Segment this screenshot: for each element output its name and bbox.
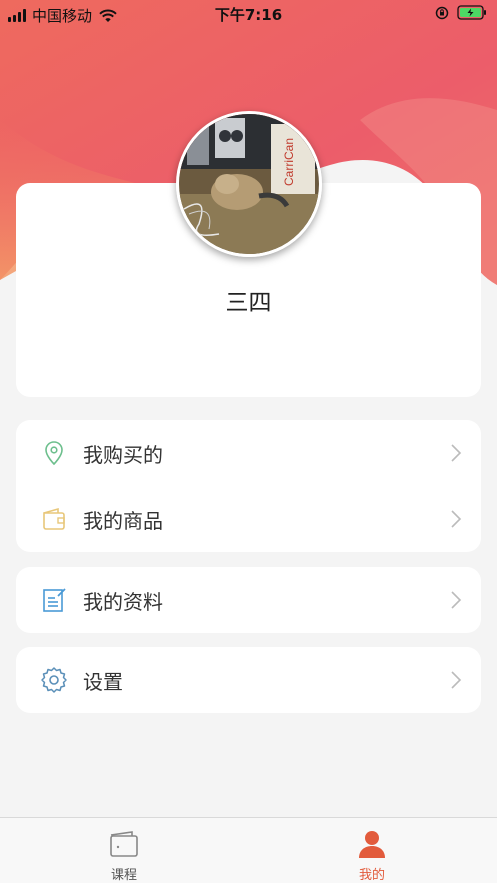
- menu-item-my-purchases[interactable]: 我购买的: [16, 420, 481, 486]
- menu-group-purchases: 我购买的 我的商品: [16, 420, 481, 552]
- tab-mine[interactable]: 我的: [332, 828, 412, 883]
- menu-item-my-products[interactable]: 我的商品: [16, 486, 481, 552]
- status-time: 下午7:16: [214, 6, 283, 24]
- menu-item-my-profile[interactable]: 我的资料: [16, 567, 481, 633]
- menu-label-my-purchases: 我购买的: [83, 442, 163, 467]
- gear-icon: [41, 667, 67, 693]
- wallet-icon: [43, 507, 65, 530]
- chevron-right-icon: [451, 591, 462, 609]
- chevron-right-icon: [451, 671, 462, 689]
- tab-bar: 课程 我的: [0, 817, 497, 883]
- menu-item-settings[interactable]: 设置: [16, 647, 481, 713]
- location-pin-icon: [45, 441, 63, 466]
- menu-label-my-products: 我的商品: [83, 508, 163, 533]
- user-avatar[interactable]: CarriCan: [176, 111, 322, 257]
- avatar-photo-icon: CarriCan: [179, 114, 319, 254]
- status-bar: 中国移动 下午7:16: [0, 0, 497, 28]
- username-label: 三四: [225, 290, 272, 316]
- orientation-lock-icon: [435, 6, 449, 19]
- menu-group-profile: 我的资料: [16, 567, 481, 633]
- edit-document-icon: [43, 588, 66, 612]
- status-right: [435, 5, 487, 20]
- chevron-right-icon: [451, 444, 462, 462]
- person-icon: [359, 831, 385, 858]
- tab-courses[interactable]: 课程: [84, 828, 164, 883]
- menu-group-settings: 设置: [16, 647, 481, 713]
- chevron-right-icon: [451, 510, 462, 528]
- menu-label-settings: 设置: [83, 669, 123, 694]
- menu-label-my-profile: 我的资料: [83, 589, 163, 614]
- tab-label-courses: 课程: [110, 868, 137, 883]
- tab-label-mine: 我的: [358, 868, 385, 883]
- svg-text:CarriCan: CarriCan: [282, 138, 296, 186]
- course-card-icon: [110, 831, 138, 857]
- battery-icon: [457, 5, 486, 20]
